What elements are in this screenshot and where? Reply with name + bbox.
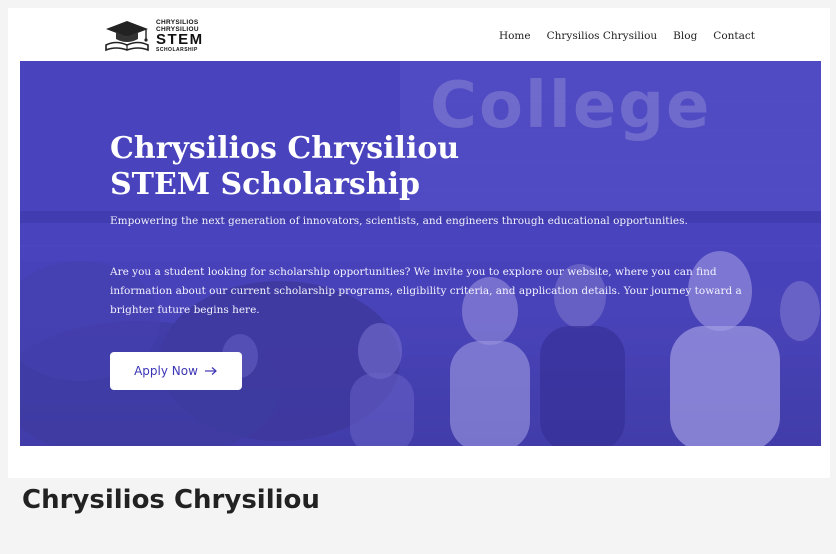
page-frame: CHRYSILIOS CHRYSILIOU STEM SCHOLARSHIP H… bbox=[8, 8, 830, 478]
apply-now-button[interactable]: Apply Now bbox=[110, 352, 242, 390]
hero-subtitle: Empowering the next generation of innova… bbox=[110, 215, 688, 227]
nav-item-home[interactable]: Home bbox=[499, 30, 531, 42]
logo-line-4: SCHOLARSHIP bbox=[156, 47, 198, 53]
apply-now-label: Apply Now bbox=[134, 364, 198, 378]
hero-title-line-2: STEM Scholarship bbox=[110, 167, 420, 202]
arrow-right-icon bbox=[204, 367, 217, 375]
hero-title: Chrysilios Chrysiliou STEM Scholarship bbox=[110, 131, 610, 203]
nav-item-chrysilios-chrysiliou[interactable]: Chrysilios Chrysiliou bbox=[547, 30, 658, 42]
site-header: CHRYSILIOS CHRYSILIOU STEM SCHOLARSHIP H… bbox=[20, 8, 821, 61]
main-nav: Home Chrysilios Chrysiliou Blog Contact bbox=[499, 30, 755, 42]
hero-body-text: Are you a student looking for scholarshi… bbox=[110, 266, 742, 316]
logo-line-1: CHRYSILIOS bbox=[156, 19, 199, 26]
section-heading: Chrysilios Chrysiliou bbox=[22, 485, 320, 515]
nav-item-blog[interactable]: Blog bbox=[673, 30, 697, 42]
site-logo[interactable]: CHRYSILIOS CHRYSILIOU STEM SCHOLARSHIP bbox=[102, 18, 252, 54]
hero-section: College Chrysilios Chrysiliou STEM Schol… bbox=[20, 61, 821, 446]
logo-line-3: STEM bbox=[156, 31, 204, 48]
nav-item-contact[interactable]: Contact bbox=[713, 30, 755, 42]
graduation-cap-book-icon bbox=[105, 21, 149, 52]
hero-title-line-1: Chrysilios Chrysiliou bbox=[110, 131, 460, 166]
logo-wordmark: CHRYSILIOS CHRYSILIOU STEM SCHOLARSHIP bbox=[156, 19, 204, 53]
